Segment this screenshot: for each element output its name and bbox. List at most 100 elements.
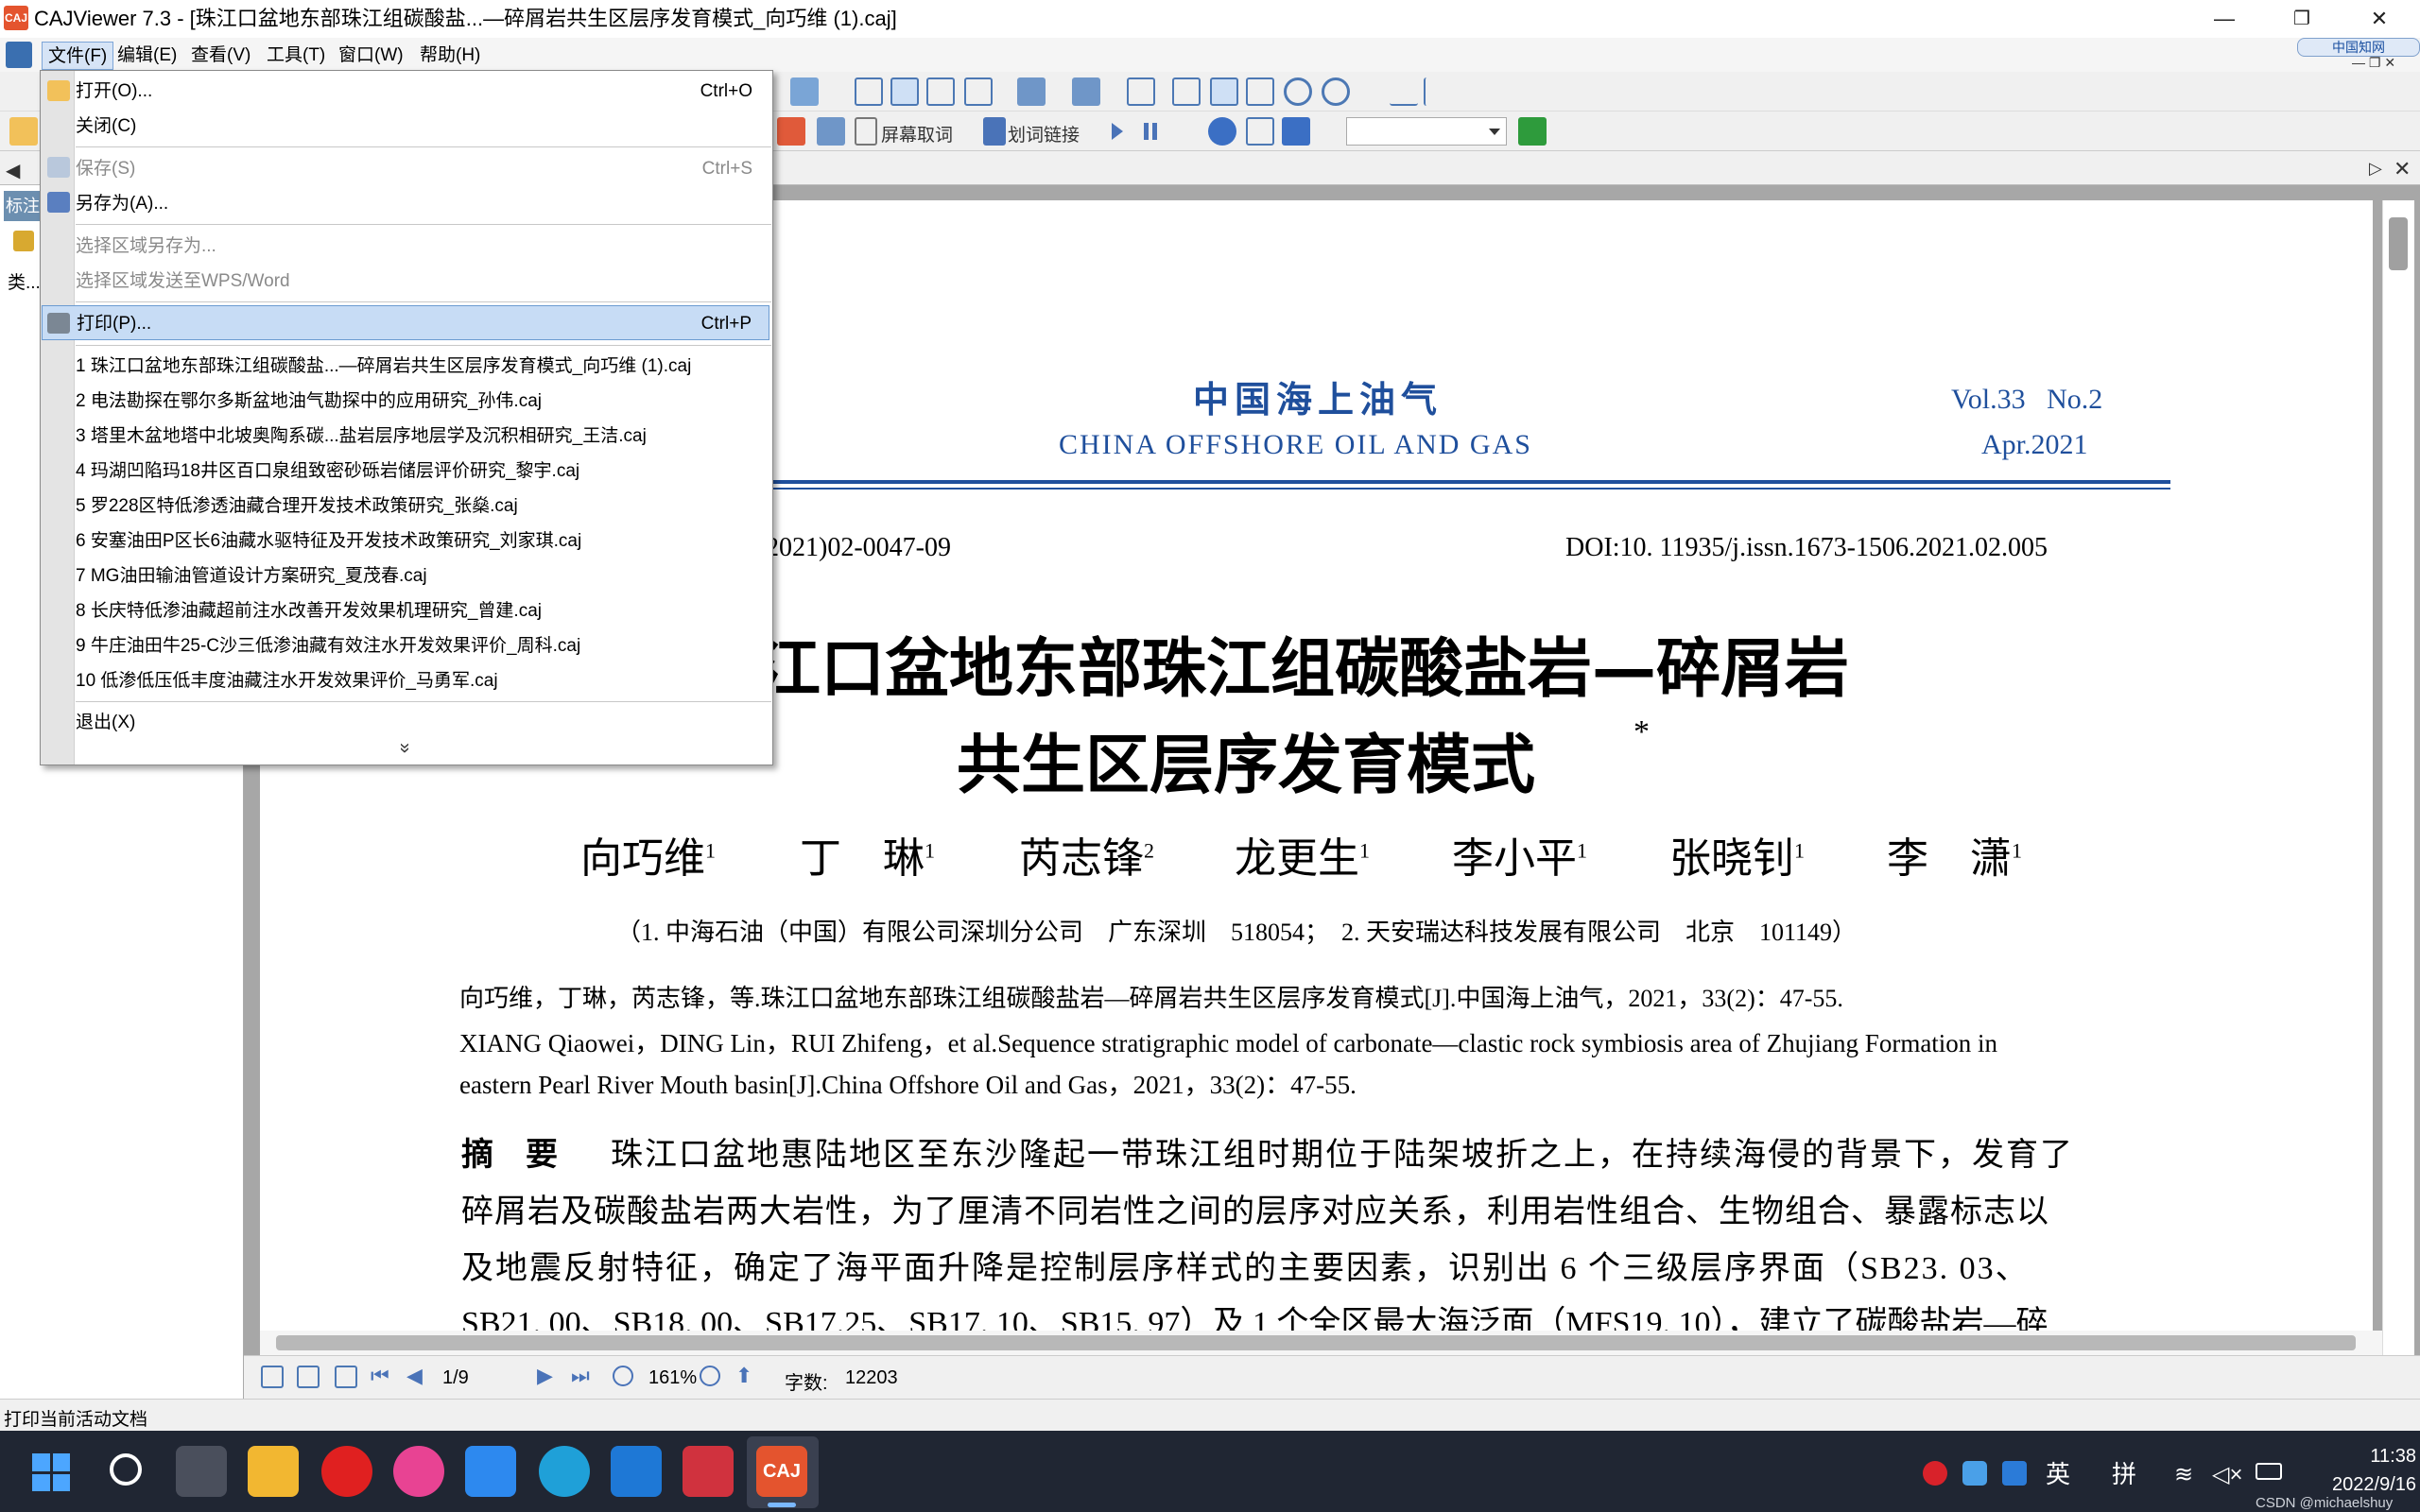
fit-horizontal-icon[interactable] <box>1390 77 1418 106</box>
horizontal-scroll-thumb[interactable] <box>276 1335 2356 1350</box>
ime-language[interactable]: 英 <box>2046 1455 2070 1490</box>
recent-file-item[interactable]: 1 珠江口盆地东部珠江组碳酸盐...—碎屑岩共生区层序发育模式_向巧维 (1).… <box>76 349 771 384</box>
cajviewer-taskbar-icon[interactable]: CAJ <box>756 1446 807 1497</box>
ime-mode[interactable]: 拼 <box>2112 1455 2136 1490</box>
recent-file-item[interactable]: 5 罗228区特低渗透油藏合理开发技术政策研究_张燊.caj <box>76 489 771 524</box>
play-icon[interactable] <box>1112 123 1123 140</box>
tray-app-icon[interactable] <box>1923 1461 1947 1486</box>
cajviewer-app-icon[interactable]: CAJ <box>4 6 28 30</box>
go-arrow-icon[interactable] <box>1518 117 1547 146</box>
prev-page-icon[interactable]: ◀ <box>406 1364 423 1388</box>
clock-time[interactable]: 11:38 <box>2350 1446 2416 1468</box>
recent-file-item[interactable]: 7 MG油田输油管道设计方案研究_夏茂春.caj <box>76 558 771 593</box>
recent-file-item[interactable]: 2 电法勘探在鄂尔多斯盆地油气勘探中的应用研究_孙伟.caj <box>76 384 771 419</box>
itunes-icon[interactable] <box>393 1446 444 1497</box>
recent-file-item[interactable]: 4 玛湖凹陷玛18井区百口泉组致密砂砾岩储层评价研究_黎宇.caj <box>76 454 771 489</box>
tray-cloud-icon[interactable] <box>1962 1461 1987 1486</box>
fit-width-icon[interactable] <box>1210 77 1238 106</box>
menu-item-print[interactable]: 打印(P)... Ctrl+P <box>42 305 769 340</box>
view-mode-icon[interactable] <box>261 1366 284 1388</box>
store-icon[interactable] <box>465 1446 516 1497</box>
image-select-icon[interactable] <box>817 117 845 146</box>
next-page-icon[interactable]: ▶ <box>537 1364 553 1388</box>
sidebar-tab-annotation[interactable]: 标注 <box>4 191 42 221</box>
menu-window[interactable]: 窗口(W) <box>333 42 409 70</box>
zoom-out-icon[interactable] <box>613 1366 633 1386</box>
page-indicator[interactable]: 1/9 <box>442 1367 469 1389</box>
minimize-button[interactable]: — <box>2187 0 2261 38</box>
recent-file-item[interactable]: 9 牛庄油田牛25-C沙三低渗油藏有效注水开发效果评价_周科.caj <box>76 628 771 663</box>
tab-scroll-right-icon[interactable]: ▷ <box>2369 159 2382 179</box>
menu-view[interactable]: 查看(V) <box>185 42 256 70</box>
menu-expand-icon[interactable]: » <box>394 739 416 758</box>
zoom-in-icon[interactable] <box>1322 77 1350 106</box>
fit-vertical-icon[interactable] <box>1424 77 1452 106</box>
hand-tool-icon[interactable] <box>9 117 38 146</box>
search-icon[interactable] <box>110 1453 142 1486</box>
last-page-icon[interactable]: ⏭ <box>571 1364 590 1388</box>
file-explorer-icon[interactable] <box>248 1446 299 1497</box>
vertical-scrollbar[interactable] <box>2382 200 2414 1355</box>
info-icon[interactable] <box>1282 117 1310 146</box>
sidebar-item[interactable]: 类... <box>8 268 41 294</box>
view-mode-icon[interactable] <box>335 1366 357 1388</box>
menu-help[interactable]: 帮助(H) <box>414 42 486 70</box>
mdi-controls[interactable]: — ❐ ✕ <box>2352 55 2395 71</box>
single-page-icon[interactable] <box>855 77 883 106</box>
redo-icon[interactable] <box>790 77 819 106</box>
screen-grab-button[interactable]: 屏幕取词 <box>881 121 953 146</box>
view-mode-icon[interactable] <box>297 1366 320 1388</box>
clock-date[interactable]: 2022/9/16 <box>2299 1474 2416 1496</box>
menu-item-save-as[interactable]: 另存为(A)... <box>76 186 771 221</box>
netease-music-icon[interactable] <box>321 1446 372 1497</box>
recent-file-item[interactable]: 10 低渗低压低丰度油藏注水开发效果评价_马勇军.caj <box>76 663 771 698</box>
battery-icon[interactable] <box>2256 1463 2282 1480</box>
edge-icon[interactable] <box>539 1446 590 1497</box>
menu-file[interactable]: 文件(F) <box>42 42 114 70</box>
recent-file-item[interactable]: 3 塔里木盆地塔中北坡奥陶系碳...盐岩层序地层学及沉积相研究_王洁.caj <box>76 419 771 454</box>
word-link-icon[interactable] <box>983 117 1006 146</box>
close-window-button[interactable]: ✕ <box>2342 0 2416 38</box>
zoom-out-icon[interactable] <box>1284 77 1312 106</box>
actual-size-icon[interactable] <box>1172 77 1201 106</box>
fit-page-icon[interactable] <box>1246 77 1274 106</box>
zoom-level[interactable]: 161% <box>648 1367 697 1389</box>
menu-tools[interactable]: 工具(T) <box>261 42 331 70</box>
screen-grab-icon[interactable] <box>855 117 877 146</box>
continuous-facing-icon[interactable] <box>964 77 993 106</box>
tray-security-icon[interactable] <box>2002 1461 2027 1486</box>
recent-file-item[interactable]: 6 安塞油田P区长6油藏水驱特征及开发技术政策研究_刘家琪.caj <box>76 524 771 558</box>
text-select-icon[interactable] <box>777 117 805 146</box>
menu-item-close[interactable]: 关闭(C) <box>76 109 771 144</box>
rotate-icon[interactable] <box>1017 77 1046 106</box>
task-view-icon[interactable] <box>176 1446 227 1497</box>
flip-icon[interactable] <box>1072 77 1100 106</box>
volume-icon[interactable]: ◁× <box>2212 1461 2242 1488</box>
continuous-page-icon[interactable] <box>890 77 919 106</box>
document-icon[interactable] <box>6 42 32 68</box>
recent-file-item[interactable]: 8 长庆特低渗油藏超前注水改善开发效果机理研究_曾建.caj <box>76 593 771 628</box>
pause-icon[interactable] <box>1144 123 1157 140</box>
word-link-button[interactable]: 划词链接 <box>1008 121 1080 146</box>
tab-scroll-left-icon[interactable]: ◀ <box>6 159 20 182</box>
menu-item-exit[interactable]: 退出(X) <box>76 705 771 740</box>
feishu-icon[interactable] <box>611 1446 662 1497</box>
app-icon[interactable] <box>683 1446 734 1497</box>
menu-item-open[interactable]: 打开(O)... Ctrl+O <box>76 74 771 109</box>
close-tab-icon[interactable]: ✕ <box>2394 157 2411 181</box>
chevron-down-icon[interactable] <box>1489 129 1500 135</box>
first-page-icon[interactable]: ⏮ <box>371 1364 389 1388</box>
fullscreen-icon[interactable] <box>1127 77 1155 106</box>
menu-edit[interactable]: 编辑(E) <box>112 42 182 70</box>
restore-button[interactable]: ❐ <box>2265 0 2339 38</box>
wifi-icon[interactable]: ≋ <box>2174 1461 2193 1488</box>
search-combobox[interactable] <box>1346 117 1507 146</box>
zoom-in-icon[interactable] <box>700 1366 720 1386</box>
start-button[interactable] <box>32 1453 70 1491</box>
help-icon[interactable] <box>1208 117 1236 146</box>
lock-icon[interactable] <box>13 231 34 251</box>
cnki-logo[interactable]: 中国知网 <box>2297 38 2420 57</box>
facing-pages-icon[interactable] <box>926 77 955 106</box>
vertical-scroll-thumb[interactable] <box>2389 217 2408 270</box>
search-doc-icon[interactable] <box>1246 117 1274 146</box>
